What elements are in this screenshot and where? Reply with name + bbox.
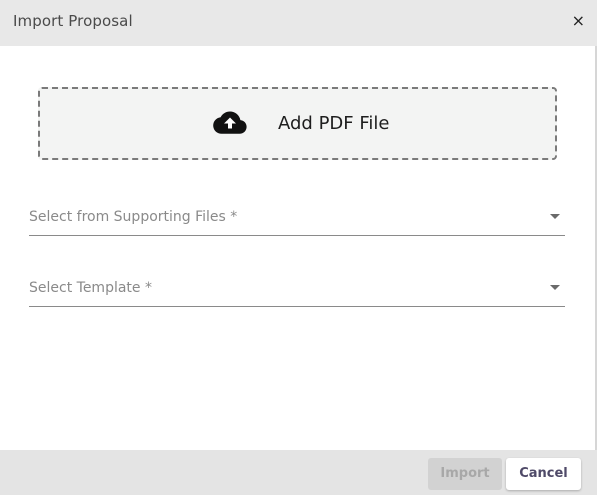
chevron-down-icon [550, 285, 560, 290]
add-pdf-dropzone[interactable]: Add PDF File [38, 87, 557, 160]
supporting-files-label: Select from Supporting Files * [29, 209, 238, 225]
dialog-footer: Import Cancel [0, 450, 597, 495]
dialog-header: Import Proposal × [0, 0, 597, 46]
template-label: Select Template * [29, 280, 152, 296]
import-button[interactable]: Import [428, 458, 502, 490]
chevron-down-icon [550, 214, 560, 219]
dialog-title: Import Proposal [13, 12, 133, 30]
template-select[interactable]: Select Template * [29, 276, 565, 307]
import-proposal-dialog: Import Proposal × Add PDF File Select fr… [0, 0, 597, 495]
cancel-button[interactable]: Cancel [506, 458, 581, 490]
add-pdf-label: Add PDF File [278, 113, 390, 134]
cloud-upload-icon [213, 111, 247, 134]
supporting-files-select[interactable]: Select from Supporting Files * [29, 205, 565, 236]
close-icon[interactable]: × [572, 11, 585, 31]
